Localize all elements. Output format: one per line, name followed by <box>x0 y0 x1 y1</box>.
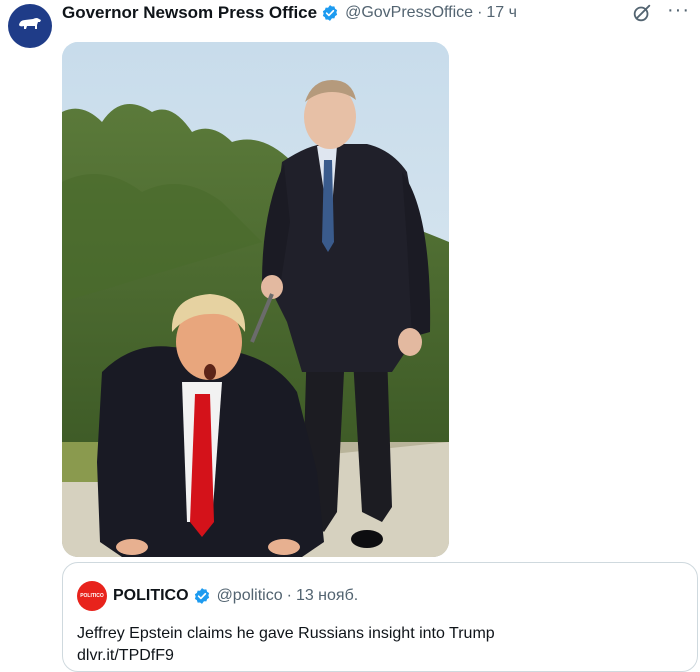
author-avatar[interactable] <box>8 4 52 48</box>
separator-dot: · <box>286 587 292 604</box>
verified-badge-icon <box>193 587 211 605</box>
more-options-icon[interactable]: ··· <box>667 0 690 20</box>
quoted-tweet-text: Jeffrey Epstein claims he gave Russians … <box>77 623 495 667</box>
tweet-timestamp[interactable]: 17 ч <box>486 4 517 22</box>
quoted-tweet-card[interactable]: POLITICO POLITICO @politico · 13 нояб. J… <box>62 562 698 672</box>
verified-badge-icon <box>321 4 339 22</box>
grok-icon[interactable] <box>631 2 653 24</box>
quoted-tweet-timestamp[interactable]: 13 нояб. <box>296 587 358 605</box>
quoted-tweet-header: POLITICO POLITICO @politico · 13 нояб. <box>77 581 358 611</box>
quoted-author-handle[interactable]: @politico <box>217 587 283 605</box>
bear-icon <box>17 15 43 38</box>
author-handle[interactable]: @GovPressOffice <box>345 4 473 22</box>
tweet-header: Governor Newsom Press Office @GovPressOf… <box>62 2 517 24</box>
tweet-photo[interactable] <box>62 42 449 557</box>
tweet-actions-top: ··· <box>631 0 690 24</box>
politico-avatar[interactable]: POLITICO <box>77 581 107 611</box>
separator-dot: · <box>477 4 483 21</box>
quoted-tweet-link[interactable]: dlvr.it/TPDfF9 <box>77 645 495 667</box>
quoted-tweet-headline: Jeffrey Epstein claims he gave Russians … <box>77 625 495 642</box>
author-display-name[interactable]: Governor Newsom Press Office <box>62 3 317 23</box>
quoted-author-name[interactable]: POLITICO <box>113 587 189 605</box>
